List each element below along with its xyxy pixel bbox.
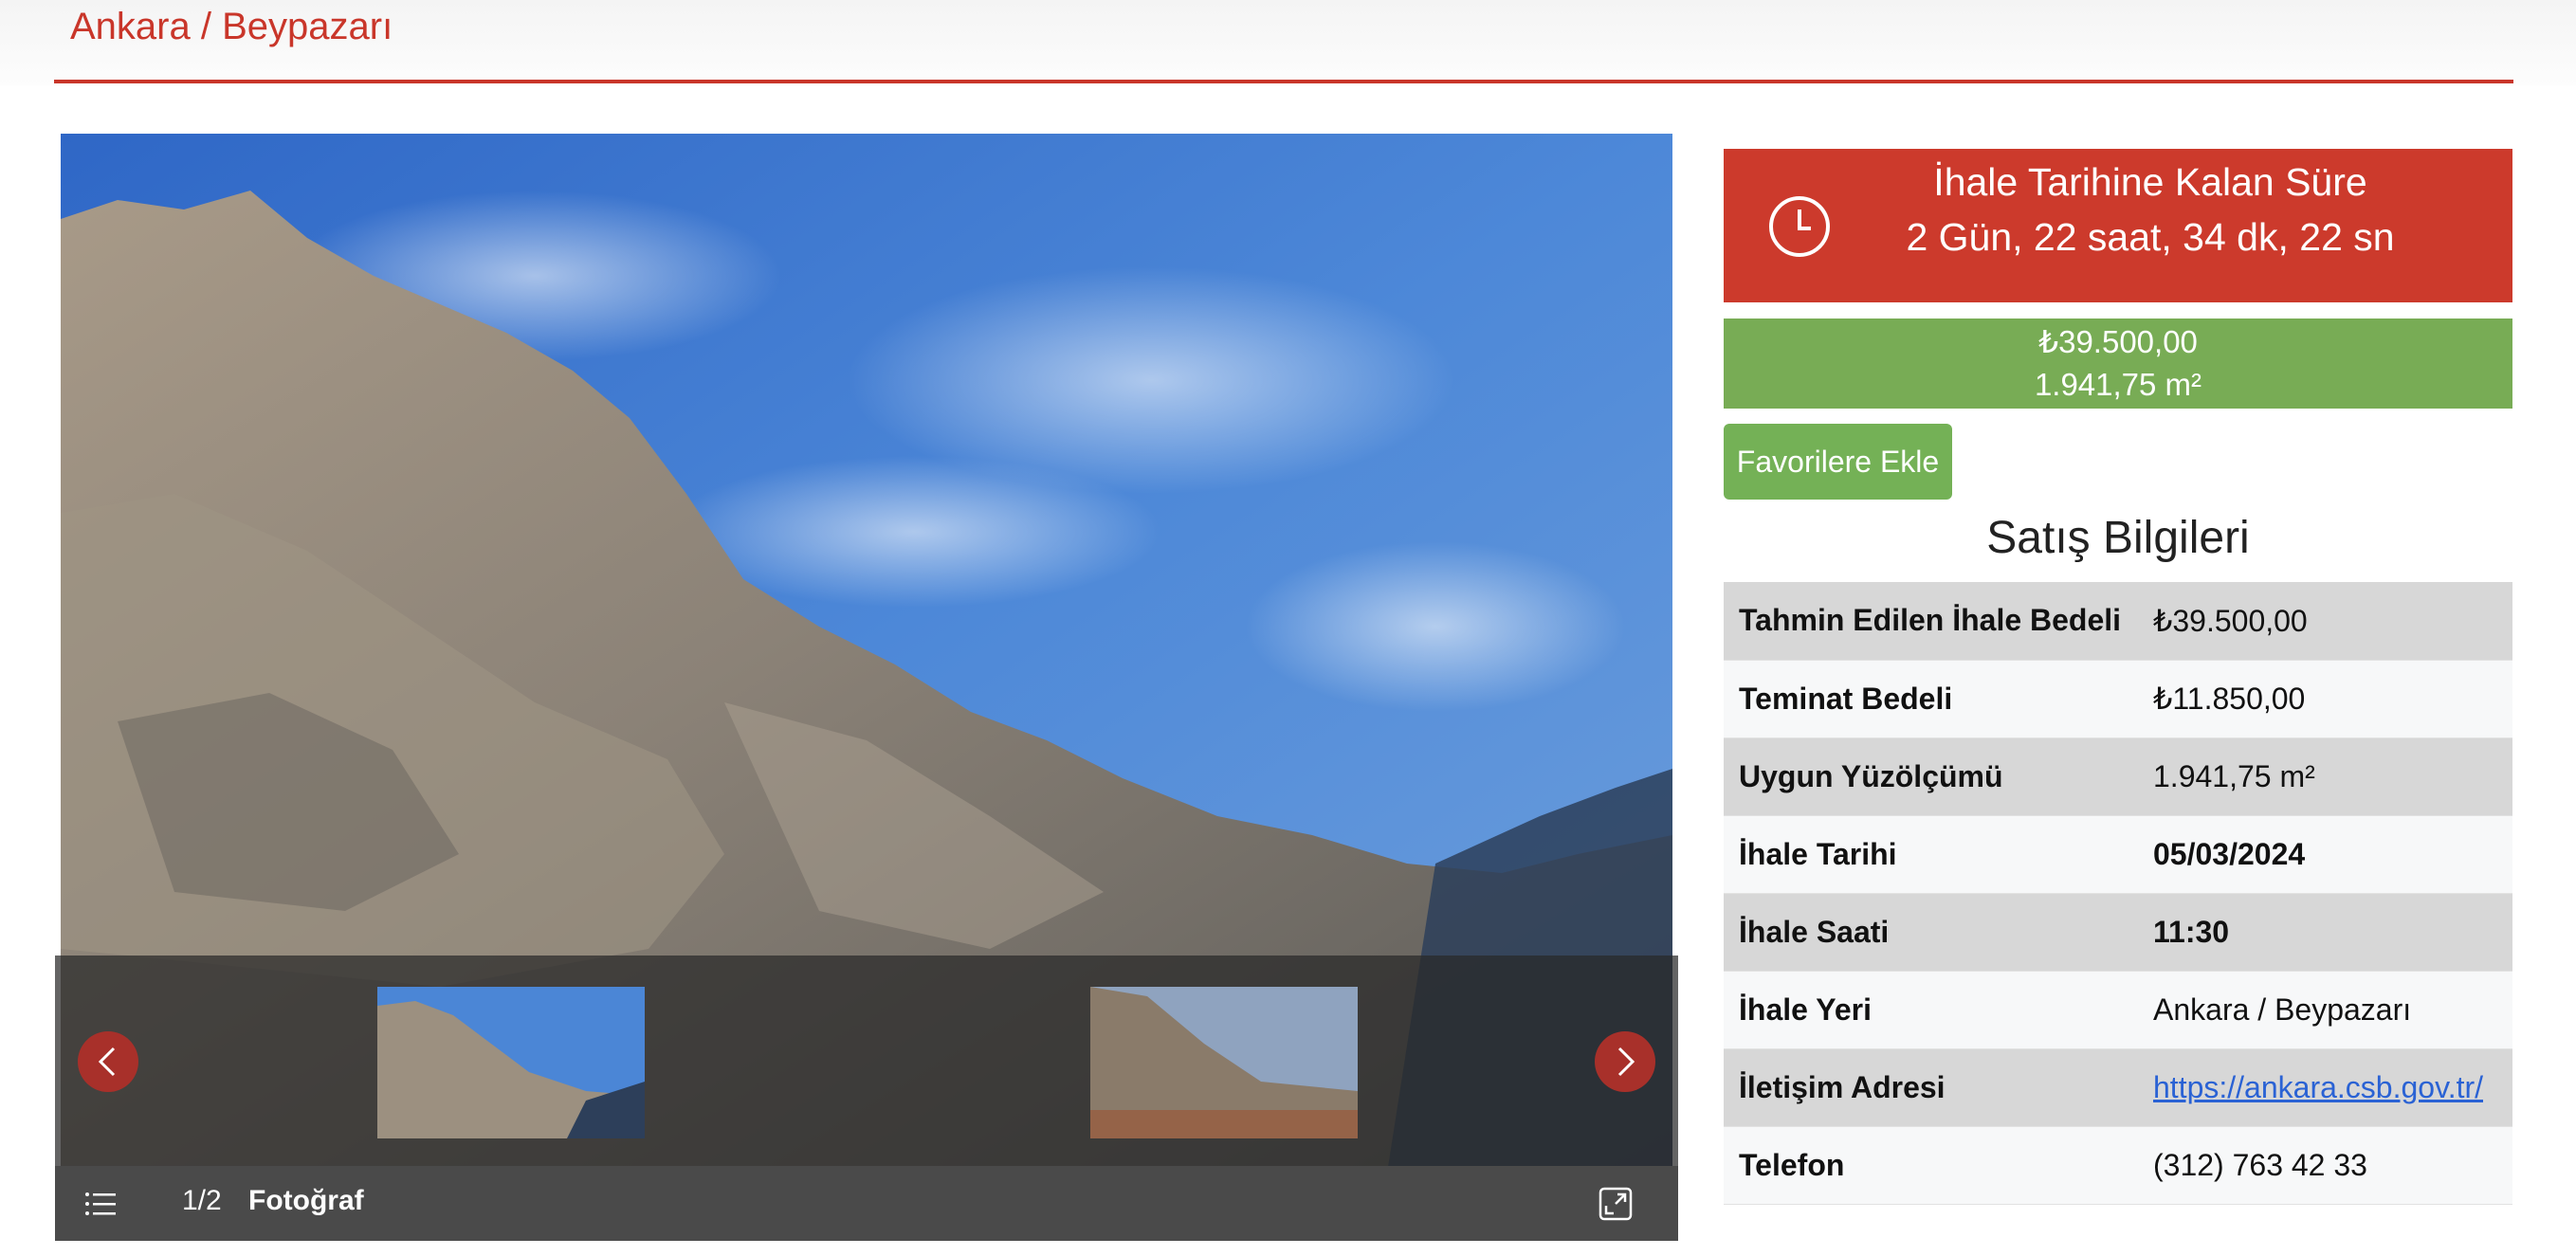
page-title: Ankara / Beypazarı <box>70 6 393 47</box>
sales-info-title: Satış Bilgileri <box>1986 513 2250 563</box>
chevron-left-icon <box>98 1047 116 1077</box>
title-divider <box>54 80 2513 83</box>
table-row: Telefon (312) 763 42 33 <box>1724 1126 2512 1205</box>
photo-gallery: 1/2 Fotoğraf <box>55 134 1678 1241</box>
row-label: İletişim Adresi <box>1724 1048 2138 1127</box>
row-label: İhale Tarihi <box>1724 815 2138 894</box>
row-label: İhale Saati <box>1724 893 2138 972</box>
row-label: Tahmin Edilen İhale Bedeli <box>1724 582 2138 661</box>
photo-counter: 1/2 <box>182 1185 222 1216</box>
contact-address-link[interactable]: https://ankara.csb.gov.tr/ <box>2153 1070 2483 1104</box>
chevron-right-icon <box>1617 1047 1635 1077</box>
table-row: Uygun Yüzölçümü 1.941,75 m² <box>1724 737 2512 816</box>
table-row: İhale Tarihi 05/03/2024 <box>1724 815 2512 894</box>
row-value: 1.941,75 m² <box>2138 737 2512 816</box>
countdown-timer: İhale Tarihine Kalan Süre 2 Gün, 22 saat… <box>1724 149 2512 302</box>
thumbnail-2[interactable] <box>1090 987 1358 1138</box>
row-value: ₺11.850,00 <box>2138 660 2512 738</box>
thumbnail-strip <box>55 956 1678 1166</box>
clock-icon <box>1769 196 1830 257</box>
next-photo-button[interactable] <box>1595 1031 1655 1092</box>
table-row: İhale Saati 11:30 <box>1724 893 2512 972</box>
row-label: Teminat Bedeli <box>1724 660 2138 738</box>
price-summary: ₺39.500,00 1.941,75 m² <box>1724 319 2512 409</box>
table-row: İhale Yeri Ankara / Beypazarı <box>1724 971 2512 1049</box>
gallery-toolbar: 1/2 Fotoğraf <box>55 1166 1678 1241</box>
row-value: ₺39.500,00 <box>2138 582 2512 661</box>
thumbnail-1[interactable] <box>377 987 645 1138</box>
row-label: İhale Yeri <box>1724 971 2138 1049</box>
photo-label: Fotoğraf <box>248 1185 364 1216</box>
prev-photo-button[interactable] <box>78 1031 138 1092</box>
table-row: İletişim Adresi https://ankara.csb.gov.t… <box>1724 1048 2512 1127</box>
row-value: 05/03/2024 <box>2138 815 2512 894</box>
add-to-favorites-button[interactable]: Favorilere Ekle <box>1724 424 1952 500</box>
row-label: Telefon <box>1724 1126 2138 1205</box>
sales-info-table: Tahmin Edilen İhale Bedeli ₺39.500,00 Te… <box>1724 582 2512 1205</box>
table-row: Tahmin Edilen İhale Bedeli ₺39.500,00 <box>1724 582 2512 661</box>
row-value: Ankara / Beypazarı <box>2138 971 2512 1049</box>
page-header: Ankara / Beypazarı <box>0 0 2576 85</box>
timer-title: İhale Tarihine Kalan Süre <box>1933 160 2367 204</box>
row-value: 11:30 <box>2138 893 2512 972</box>
table-row: Teminat Bedeli ₺11.850,00 <box>1724 660 2512 738</box>
price-area: 1.941,75 m² <box>2034 367 2202 402</box>
row-value: (312) 763 42 33 <box>2138 1126 2512 1205</box>
list-icon[interactable] <box>83 1187 118 1221</box>
expand-icon[interactable] <box>1597 1185 1635 1223</box>
price-amount: ₺39.500,00 <box>2038 324 2198 359</box>
row-value: https://ankara.csb.gov.tr/ <box>2138 1048 2512 1127</box>
timer-value: 2 Gün, 22 saat, 34 dk, 22 sn <box>1906 215 2395 259</box>
row-label: Uygun Yüzölçümü <box>1724 737 2138 816</box>
